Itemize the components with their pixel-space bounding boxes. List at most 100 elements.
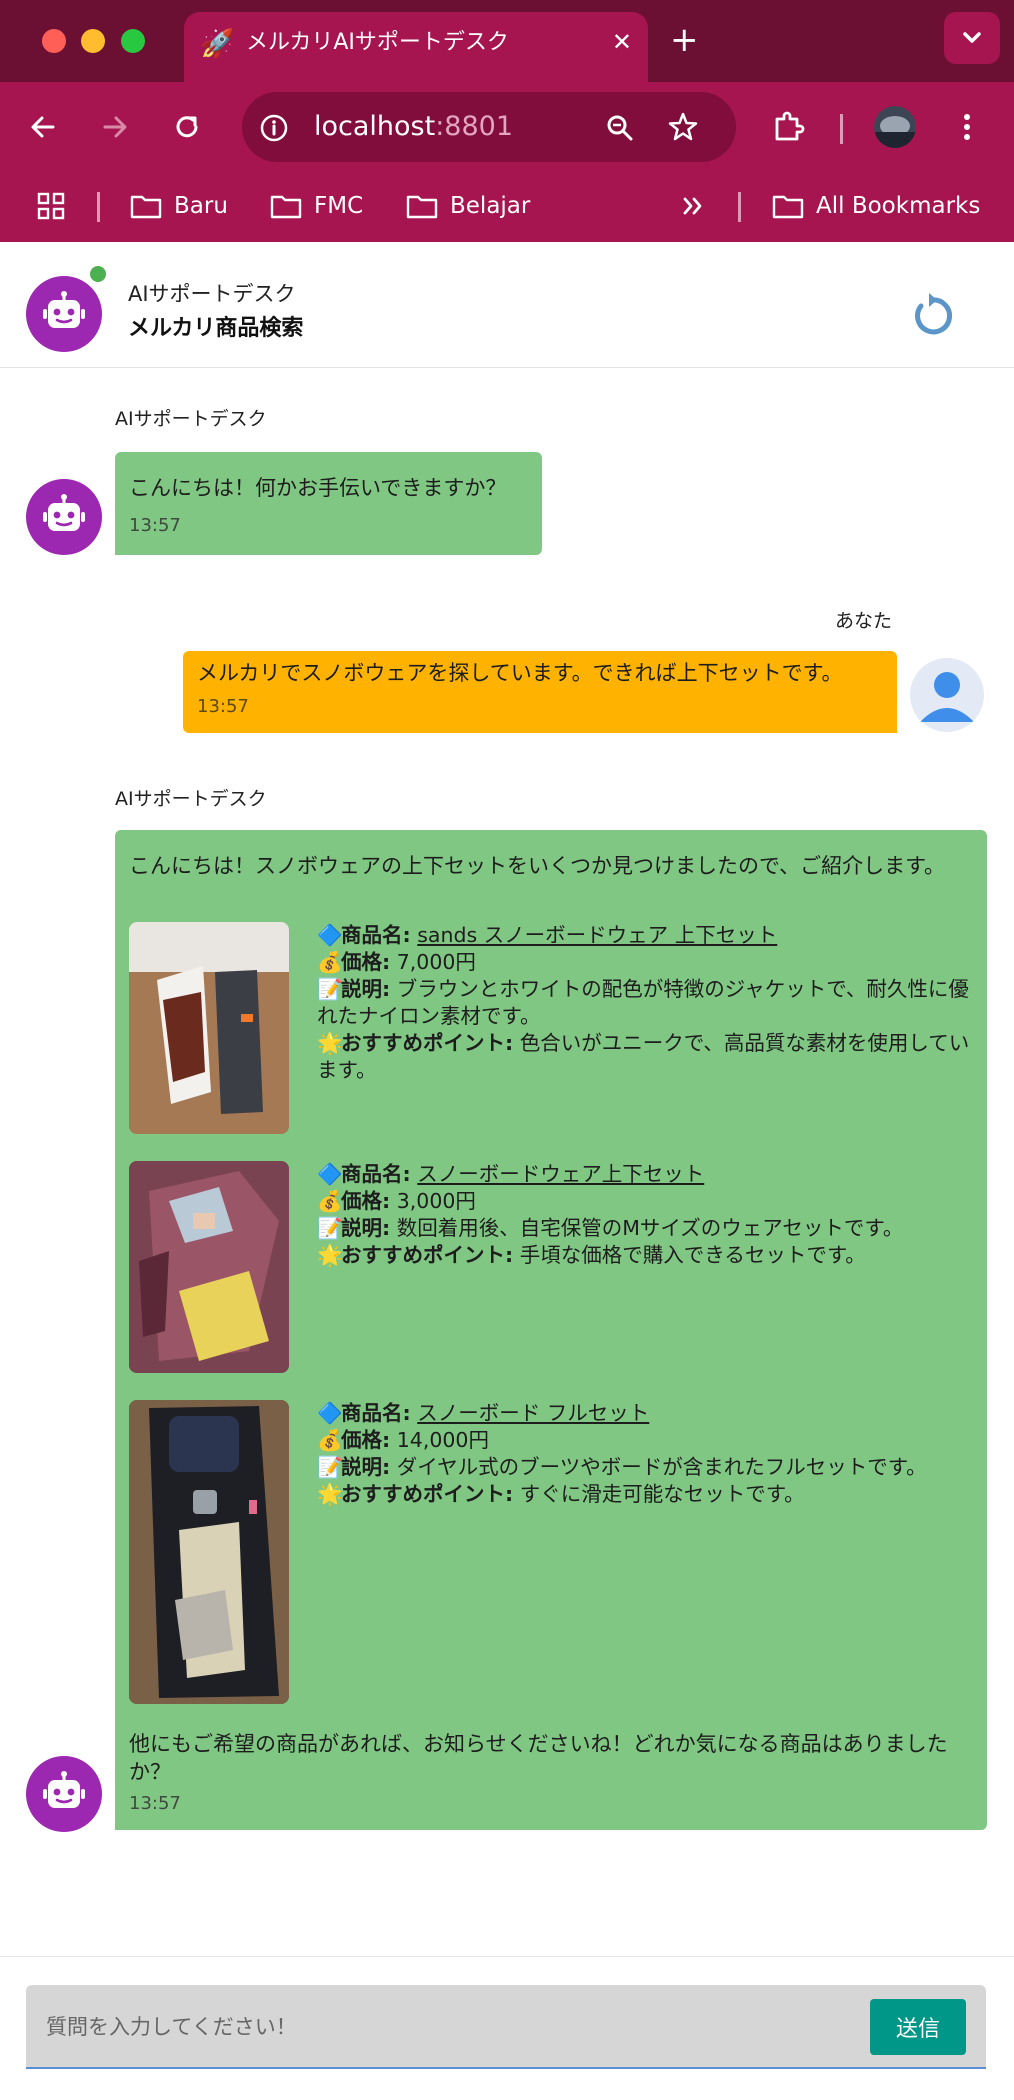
product-desc: ブラウンとホワイトの配色が特徴のジャケットで、耐久性に優れたナイロン素材です。 bbox=[317, 977, 969, 1028]
user-message-bubble: メルカリでスノボウェアを探しています。できれば上下セットです。 13:57 bbox=[183, 651, 897, 733]
bookmark-folder-fmc[interactable]: FMC bbox=[270, 188, 363, 224]
product-desc-line: 📝説明: ダイヤル式のブーツやボードが含まれたフルセットです。 bbox=[317, 1454, 973, 1481]
more-vert-icon bbox=[964, 114, 970, 140]
header-subtitle: AIサポートデスク bbox=[128, 282, 296, 306]
bookmark-folder-belajar[interactable]: Belajar bbox=[406, 188, 530, 224]
robot-icon bbox=[43, 1771, 85, 1808]
product-price: 14,000円 bbox=[396, 1428, 489, 1452]
tab-search-button[interactable] bbox=[944, 12, 1000, 64]
product-price-line: 💰価格: 14,000円 bbox=[317, 1427, 973, 1454]
message-time: 13:57 bbox=[129, 515, 181, 536]
bot-message-bubble: こんにちは！何かお手伝いできますか？ 13:57 bbox=[115, 452, 542, 555]
product-price-line: 💰価格: 7,000円 bbox=[317, 949, 973, 976]
product-point-line: 🌟おすすめポイント: すぐに滑走可能なセットです。 bbox=[317, 1481, 973, 1508]
close-window-button[interactable] bbox=[42, 29, 66, 53]
message-sender: AIサポートデスク bbox=[115, 788, 267, 810]
name-label: 商品名: bbox=[341, 1162, 411, 1186]
back-button[interactable] bbox=[20, 104, 66, 150]
forward-button[interactable] bbox=[92, 104, 138, 150]
price-label: 価格: bbox=[341, 1428, 391, 1452]
product-info: 🔷商品名: スノーボード フルセット 💰価格: 14,000円 📝説明: ダイヤ… bbox=[317, 1400, 973, 1508]
point-label: おすすめポイント: bbox=[341, 1243, 514, 1267]
refresh-button[interactable] bbox=[906, 290, 958, 342]
product-name-link[interactable]: sands スノーボードウェア 上下セット bbox=[417, 923, 777, 947]
input-placeholder: 質問を入力してください！ bbox=[46, 2015, 297, 2039]
product-name-link[interactable]: スノーボードウェア上下セット bbox=[417, 1162, 704, 1186]
extensions-button[interactable] bbox=[766, 104, 812, 150]
arrow-left-icon bbox=[31, 116, 55, 138]
product-name-line: 🔷商品名: スノーボードウェア上下セット bbox=[317, 1161, 973, 1188]
bookmark-label: FMC bbox=[314, 193, 364, 219]
star-icon: 🌟 bbox=[317, 1243, 343, 1267]
money-bag-icon: 💰 bbox=[317, 1189, 343, 1213]
memo-icon: 📝 bbox=[317, 977, 343, 1001]
product-name-line: 🔷商品名: スノーボード フルセット bbox=[317, 1400, 973, 1427]
name-label: 商品名: bbox=[341, 1401, 411, 1425]
message-time: 13:57 bbox=[197, 696, 249, 717]
send-button[interactable]: 送信 bbox=[870, 1999, 966, 2055]
puzzle-icon bbox=[775, 111, 805, 141]
tab-title: メルカリAIサポートデスク bbox=[246, 30, 509, 55]
message-sender: AIサポートデスク bbox=[115, 408, 267, 430]
minimize-window-button[interactable] bbox=[81, 29, 105, 53]
bot-avatar bbox=[26, 1756, 102, 1832]
user-avatar bbox=[910, 658, 984, 732]
tab-close-icon[interactable]: ✕ bbox=[612, 26, 632, 58]
product-name-link[interactable]: スノーボード フルセット bbox=[417, 1401, 649, 1425]
zoom-window-button[interactable] bbox=[121, 29, 145, 53]
name-label: 商品名: bbox=[341, 923, 411, 947]
bookmark-label: Baru bbox=[174, 193, 228, 219]
product-point-line: 🌟おすすめポイント: 手頃な価格で購入できるセットです。 bbox=[317, 1242, 973, 1269]
star-icon[interactable] bbox=[666, 110, 700, 144]
product-image[interactable] bbox=[129, 922, 289, 1134]
address-bar[interactable]: localhost:8801 bbox=[242, 92, 736, 162]
product-image[interactable] bbox=[129, 1400, 289, 1704]
desc-label: 説明: bbox=[341, 1455, 391, 1479]
folder-icon bbox=[772, 195, 804, 219]
message-text: こんにちは！何かお手伝いできますか？ bbox=[129, 476, 507, 500]
menu-button[interactable] bbox=[944, 104, 990, 150]
product-info: 🔷商品名: sands スノーボードウェア 上下セット 💰価格: 7,000円 … bbox=[317, 922, 973, 1084]
site-info-icon[interactable] bbox=[258, 112, 290, 144]
url-port: :8801 bbox=[435, 111, 514, 142]
arrow-right-icon bbox=[103, 116, 127, 138]
money-bag-icon: 💰 bbox=[317, 950, 343, 974]
product-info: 🔷商品名: スノーボードウェア上下セット 💰価格: 3,000円 📝説明: 数回… bbox=[317, 1161, 973, 1269]
bot-avatar bbox=[26, 479, 102, 555]
product-desc-line: 📝説明: ブラウンとホワイトの配色が特徴のジャケットで、耐久性に優れたナイロン素… bbox=[317, 976, 973, 1030]
folder-icon bbox=[130, 195, 162, 219]
apps-button[interactable] bbox=[36, 188, 66, 224]
tab-strip: 🚀 メルカリAIサポートデスク ✕ + bbox=[0, 0, 1014, 82]
zoom-icon[interactable] bbox=[604, 112, 636, 144]
all-bookmarks-button[interactable]: All Bookmarks bbox=[772, 188, 980, 224]
product-price: 7,000円 bbox=[396, 950, 476, 974]
bookmarks-overflow-button[interactable] bbox=[680, 188, 706, 224]
bot-avatar bbox=[26, 276, 102, 352]
new-tab-button[interactable]: + bbox=[670, 20, 699, 60]
product-desc: ダイヤル式のブーツやボードが含まれたフルセットです。 bbox=[396, 1455, 927, 1479]
desc-label: 説明: bbox=[341, 977, 391, 1001]
product-point: 手頃な価格で購入できるセットです。 bbox=[519, 1243, 866, 1267]
message-sender: あなた bbox=[835, 610, 893, 632]
reload-button[interactable] bbox=[164, 104, 210, 150]
all-bookmarks-label: All Bookmarks bbox=[816, 193, 981, 219]
product-point: すぐに滑走可能なセットです。 bbox=[519, 1482, 805, 1506]
desc-label: 説明: bbox=[341, 1216, 391, 1240]
bookmark-folder-baru[interactable]: Baru bbox=[130, 188, 228, 224]
message-intro: こんにちは！スノボウェアの上下セットをいくつか見つけましたので、ご紹介します。 bbox=[129, 854, 946, 878]
tab-active[interactable]: 🚀 メルカリAIサポートデスク ✕ bbox=[184, 12, 648, 82]
product-desc-line: 📝説明: 数回着用後、自宅保管のMサイズのウェアセットです。 bbox=[317, 1215, 973, 1242]
apps-grid-icon bbox=[37, 192, 65, 220]
star-icon: 🌟 bbox=[317, 1482, 343, 1506]
message-input[interactable]: 質問を入力してください！ 送信 bbox=[26, 1985, 986, 2069]
money-bag-icon: 💰 bbox=[317, 1428, 343, 1452]
bookmark-separator bbox=[738, 192, 741, 222]
product-image[interactable] bbox=[129, 1161, 289, 1373]
profile-avatar[interactable] bbox=[874, 106, 916, 148]
product-item: 🔷商品名: sands スノーボードウェア 上下セット 💰価格: 7,000円 … bbox=[129, 922, 973, 1136]
blue-diamond-icon: 🔷 bbox=[317, 1162, 343, 1186]
chevron-down-icon bbox=[963, 32, 981, 43]
product-photo bbox=[129, 1400, 289, 1704]
toolbar-divider bbox=[840, 114, 843, 144]
blue-diamond-icon: 🔷 bbox=[317, 923, 343, 947]
